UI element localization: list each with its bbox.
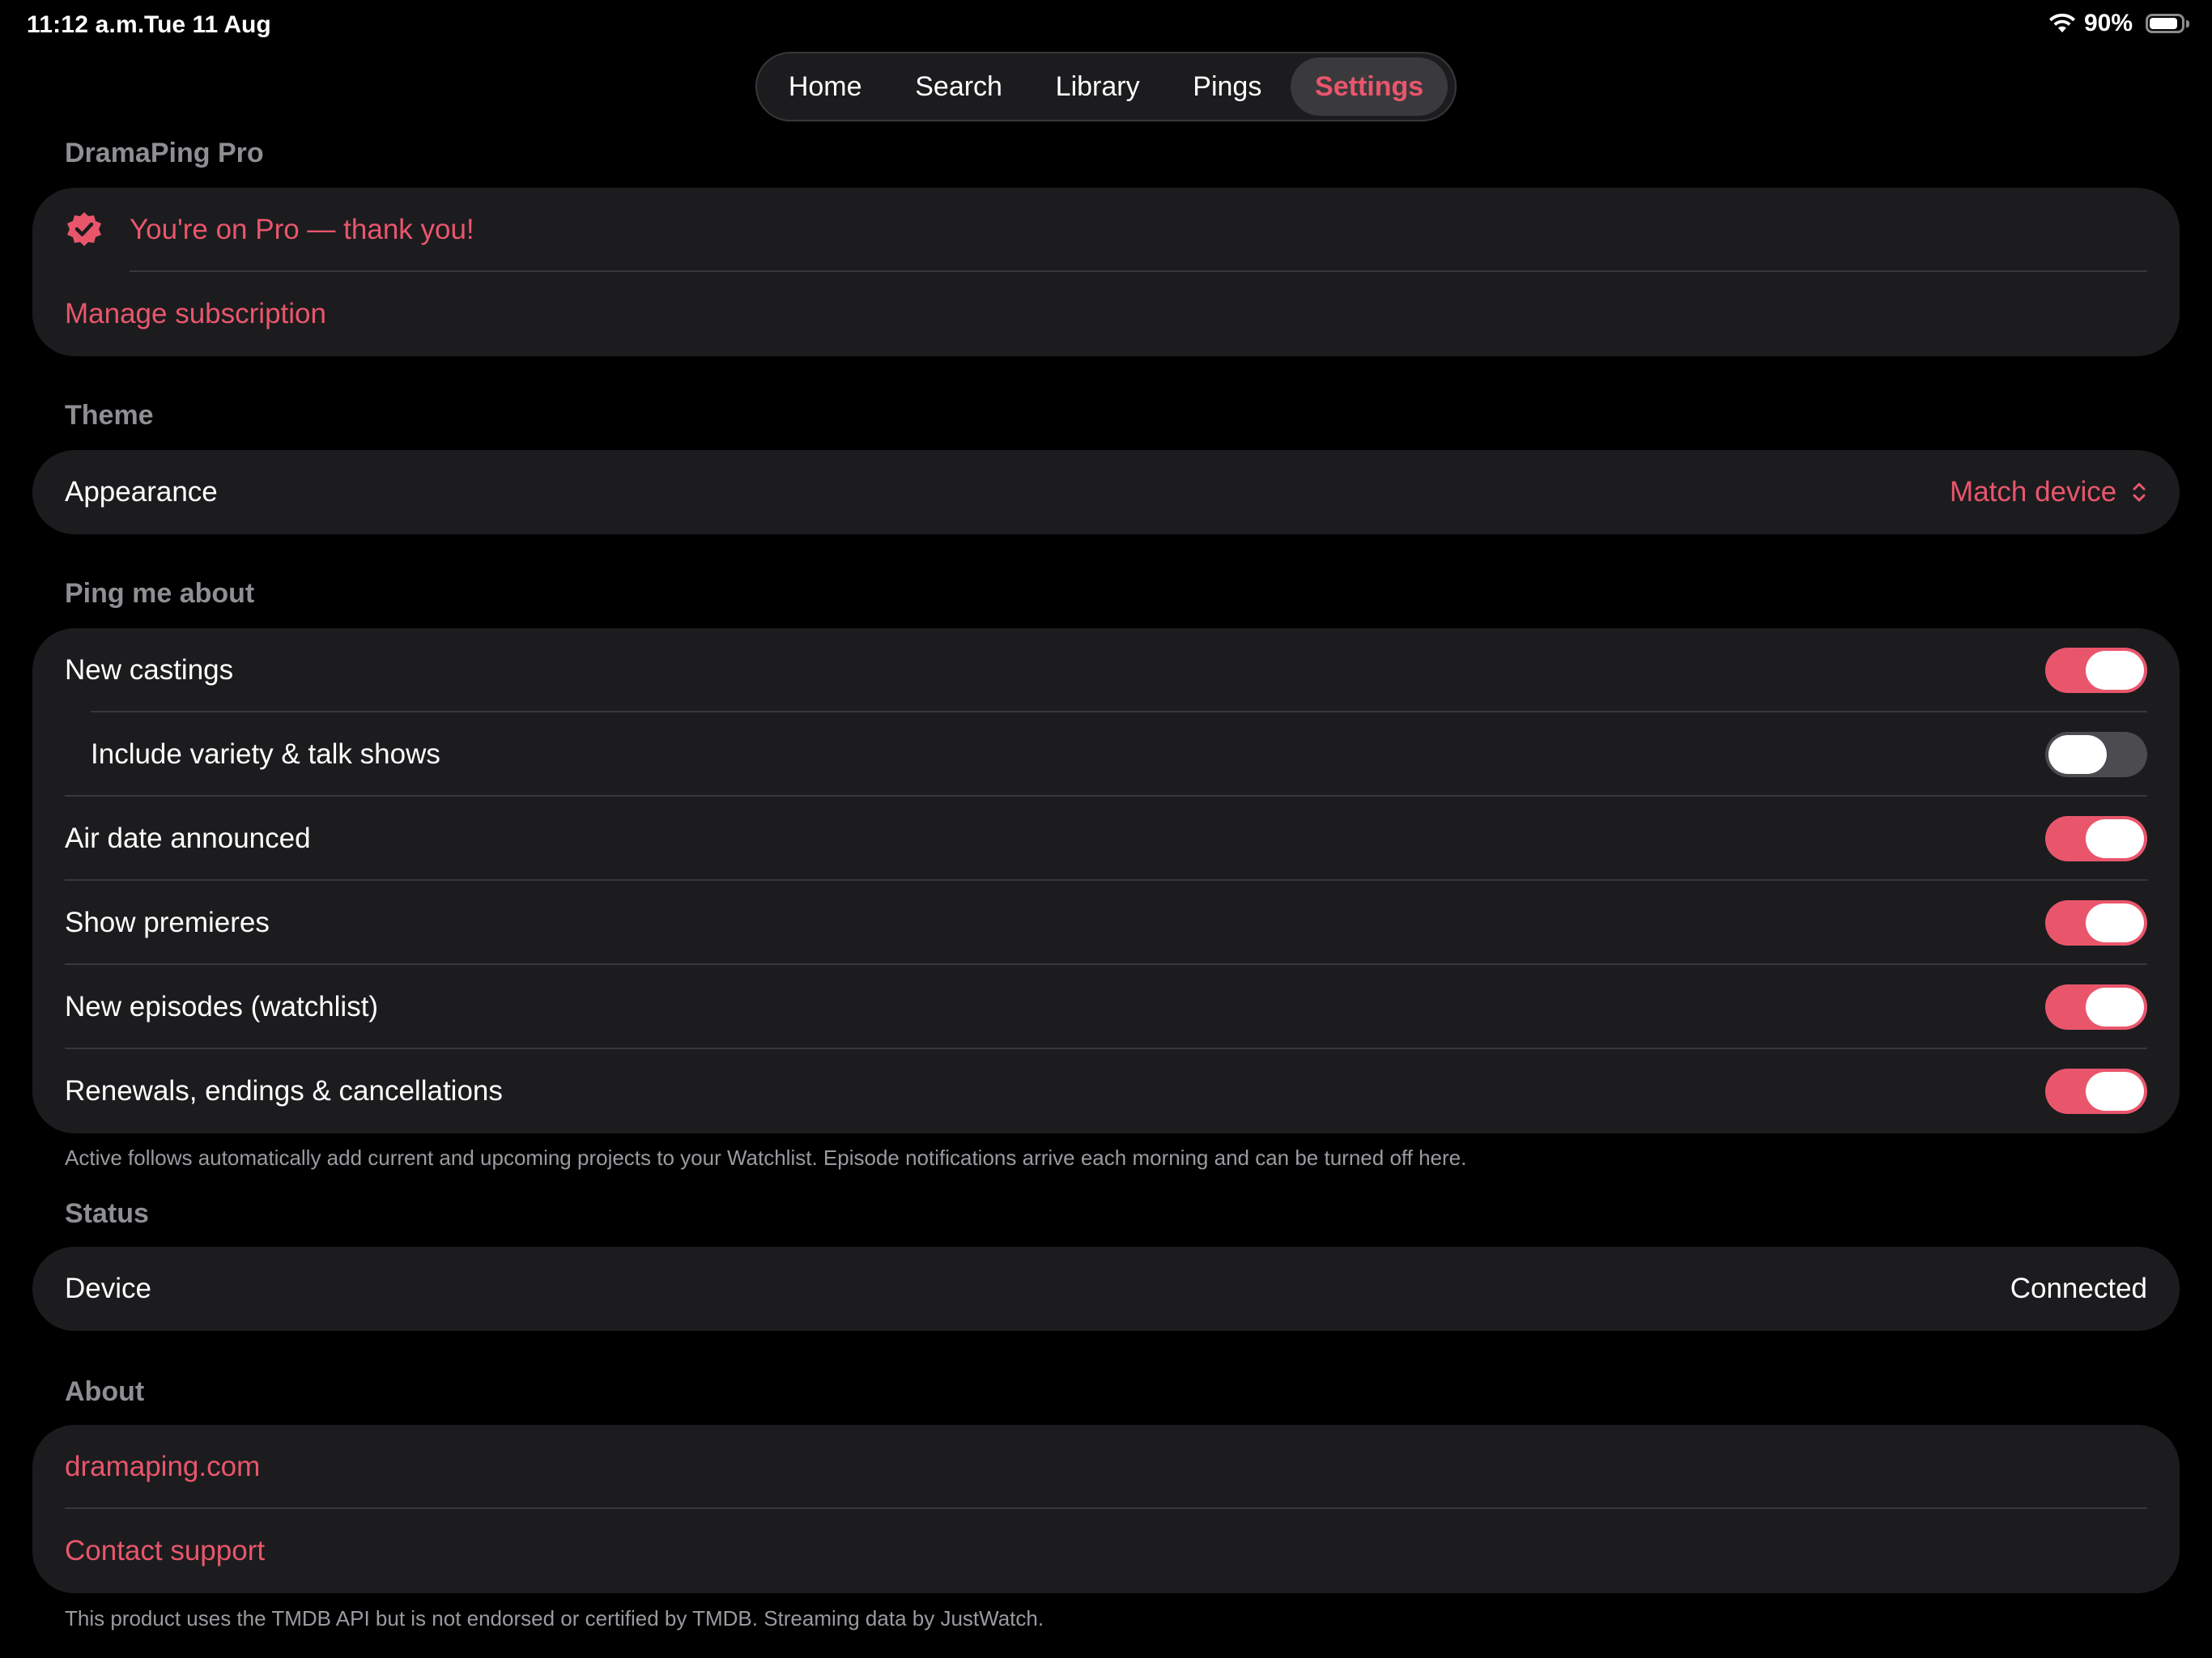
status-time: 11:12 a.m.: [27, 11, 145, 38]
appearance-value: Match device: [1950, 476, 2117, 508]
status-date: Tue 11 Aug: [144, 11, 271, 38]
ping-label: Include variety & talk shows: [91, 738, 440, 770]
appearance-row[interactable]: Appearance Match device: [32, 450, 2180, 534]
chevron-updown-icon: [2133, 483, 2146, 502]
toggle-new-episodes[interactable]: [2045, 984, 2147, 1030]
section-header-ping: Ping me about: [65, 578, 255, 609]
ping-label: Show premieres: [65, 907, 270, 938]
section-header-pro: DramaPing Pro: [65, 138, 264, 168]
tab-library[interactable]: Library: [1032, 57, 1164, 116]
manage-subscription-row[interactable]: Manage subscription: [32, 272, 2180, 356]
ping-row-include-variety: Include variety & talk shows: [32, 712, 2180, 797]
status-bar: 11:12 a.m. Tue 11 Aug 90%: [0, 0, 2212, 52]
theme-card: Appearance Match device: [32, 450, 2180, 534]
wifi-icon: [2048, 13, 2075, 32]
ping-card: New castings Include variety & talk show…: [32, 628, 2180, 1133]
device-row: Device Connected: [32, 1247, 2180, 1331]
ping-label: Renewals, endings & cancellations: [65, 1075, 503, 1107]
website-row[interactable]: dramaping.com: [32, 1425, 2180, 1509]
ping-row-new-episodes: New episodes (watchlist): [32, 965, 2180, 1049]
battery-icon: [2146, 14, 2189, 33]
section-header-about: About: [65, 1376, 145, 1407]
status-card: Device Connected: [32, 1247, 2180, 1331]
appearance-picker[interactable]: Match device: [1950, 476, 2147, 508]
ping-row-renewals: Renewals, endings & cancellations: [32, 1049, 2180, 1133]
pro-status-row: You're on Pro — thank you!: [32, 188, 2180, 272]
tab-settings[interactable]: Settings: [1291, 57, 1448, 116]
contact-support-row[interactable]: Contact support: [32, 1509, 2180, 1593]
toggle-show-premieres[interactable]: [2045, 900, 2147, 946]
pro-card: You're on Pro — thank you! Manage subscr…: [32, 188, 2180, 356]
tab-search[interactable]: Search: [891, 57, 1027, 116]
tab-pings[interactable]: Pings: [1168, 57, 1286, 116]
ping-row-new-castings: New castings: [32, 628, 2180, 712]
toggle-new-castings[interactable]: [2045, 648, 2147, 693]
section-header-theme: Theme: [65, 400, 154, 431]
website-link[interactable]: dramaping.com: [65, 1451, 260, 1483]
about-footnote: This product uses the TMDB API but is no…: [65, 1606, 1044, 1630]
ping-row-show-premieres: Show premieres: [32, 881, 2180, 965]
section-header-status: Status: [65, 1198, 149, 1229]
ping-row-air-date: Air date announced: [32, 797, 2180, 881]
status-right: 90%: [2048, 10, 2189, 37]
pro-status-text: You're on Pro — thank you!: [130, 214, 474, 245]
device-label: Device: [65, 1273, 151, 1304]
toggle-renewals[interactable]: [2045, 1069, 2147, 1114]
toggle-include-variety[interactable]: [2045, 732, 2147, 777]
ping-label: New castings: [65, 654, 234, 686]
about-card: dramaping.com Contact support: [32, 1425, 2180, 1593]
appearance-label: Appearance: [65, 476, 218, 508]
manage-subscription-link[interactable]: Manage subscription: [65, 298, 326, 330]
ping-label: New episodes (watchlist): [65, 991, 379, 1022]
tab-home[interactable]: Home: [764, 57, 887, 116]
tab-bar: Home Search Library Pings Settings: [755, 52, 1457, 121]
verified-badge-icon: [67, 212, 101, 246]
ping-label: Air date announced: [65, 823, 311, 854]
ping-footnote: Active follows automatically add current…: [65, 1146, 1467, 1170]
device-status-value: Connected: [2010, 1273, 2147, 1304]
battery-percentage: 90%: [2083, 10, 2133, 36]
contact-support-link[interactable]: Contact support: [65, 1535, 265, 1567]
toggle-air-date[interactable]: [2045, 816, 2147, 861]
